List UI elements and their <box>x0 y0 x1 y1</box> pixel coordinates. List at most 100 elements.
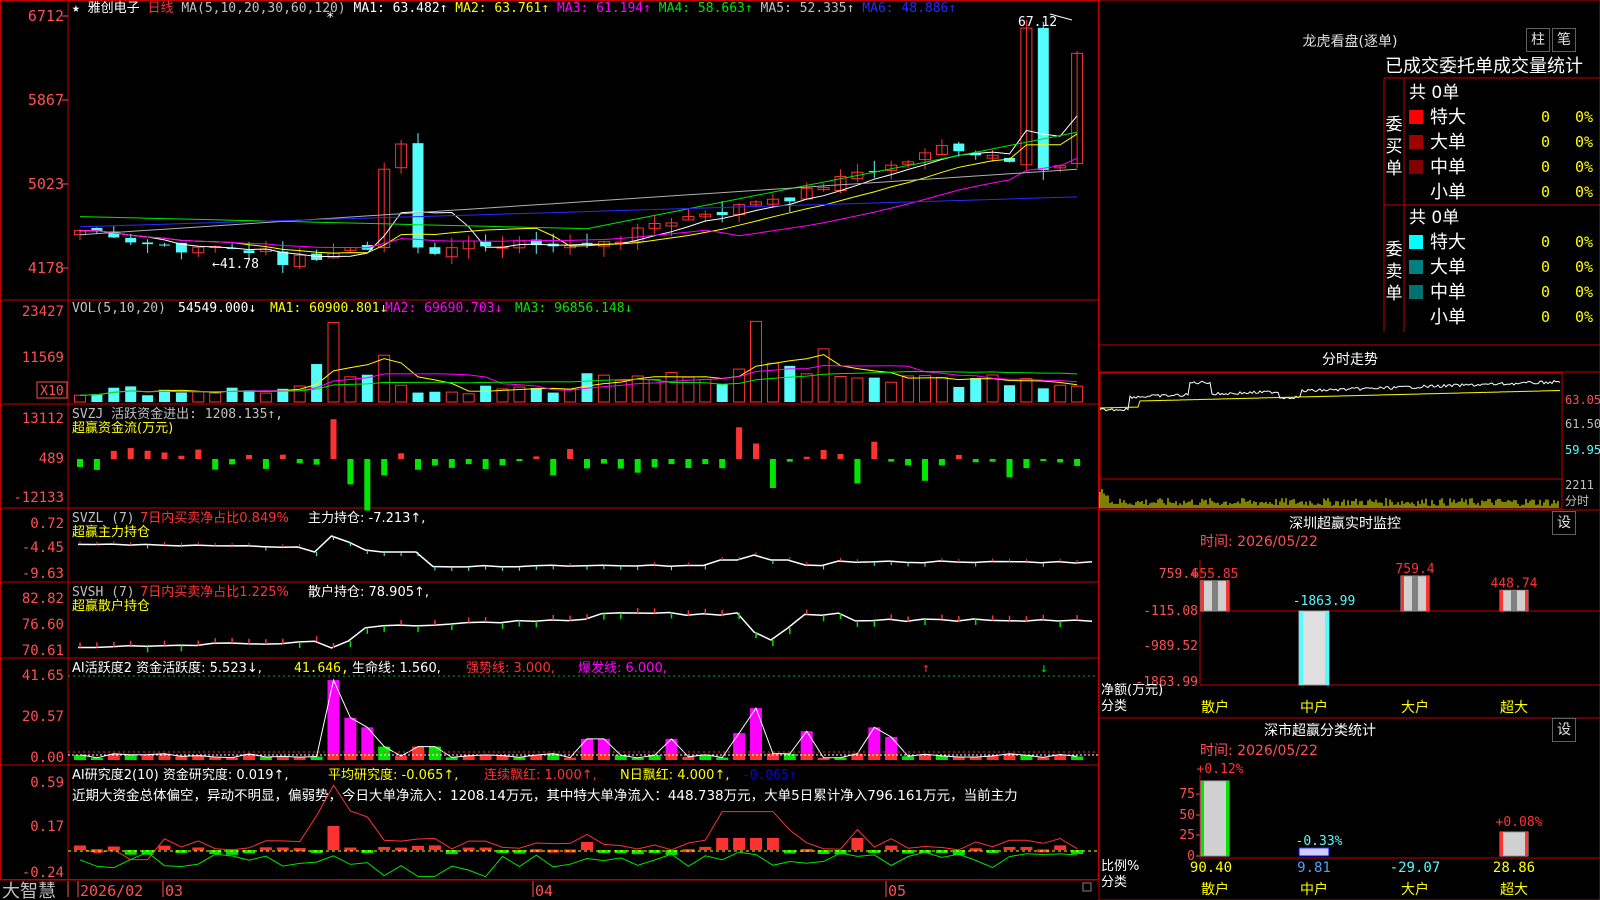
ai2-base <box>733 754 746 760</box>
vol-bar-up <box>750 320 762 403</box>
vol-bar-up <box>395 384 408 403</box>
low-price-note: ←41.78 <box>212 257 259 272</box>
sz-monitor-value-label: 448.74 <box>1491 576 1538 591</box>
sz-monitor-bar-edge <box>1325 611 1329 685</box>
fenshi-price-line <box>1099 379 1561 412</box>
sz-class-bar-blue <box>1298 847 1330 857</box>
svzj-bar-up <box>837 453 844 459</box>
high-price-note: 67.12 <box>1018 15 1057 30</box>
lhb-sell-row-value: 0 <box>1541 233 1550 251</box>
bar-mode-button[interactable]: 柱 <box>1526 28 1550 52</box>
vol-bar-up <box>800 373 813 403</box>
tick-mode-button[interactable]: 笔 <box>1552 28 1576 52</box>
xaxis-label: 04 <box>535 882 553 900</box>
ai2-base <box>868 754 881 760</box>
ai-res-bar-up <box>766 838 779 850</box>
ai2-base <box>665 754 678 760</box>
svzj-bar-up <box>803 456 810 459</box>
ai-res-bar-up <box>750 838 762 850</box>
ma2-line <box>79 133 1078 254</box>
svzj-bar-down <box>769 459 776 488</box>
vol-bar-down <box>429 391 441 402</box>
lhb-buy-row-percent: 0% <box>1575 108 1593 126</box>
lhb-buy-row-percent: 0% <box>1575 133 1593 151</box>
ai-res-axis-label: -0.24 <box>22 865 64 881</box>
svzj-header: SVZJ 活跃资金进出: 1208.135↑, <box>72 406 283 422</box>
svzj-bar-down <box>516 459 523 462</box>
period-label[interactable]: 日线 <box>148 1 174 16</box>
svzj-bar-up <box>178 455 185 459</box>
svzl-axis-label: -9.63 <box>22 566 64 582</box>
ai2-base <box>344 754 357 760</box>
vol-bar-up <box>597 374 610 403</box>
svzj-bar-down <box>262 459 269 469</box>
svzl-axis-label: 0.72 <box>30 516 64 532</box>
svzj-bar-up <box>820 449 827 459</box>
lhb-sell-row-percent: 0% <box>1575 283 1593 301</box>
ai-res-bar-up <box>192 847 205 851</box>
ai2-base <box>581 754 593 760</box>
sz-monitor-bar <box>1298 610 1330 686</box>
price-axis-label: 5867 <box>28 91 64 109</box>
sz-monitor-value-label: 655.85 <box>1192 567 1239 582</box>
lhb-sell-legend-swatch <box>1409 310 1423 324</box>
lhb-sell-legend-swatch <box>1409 285 1423 299</box>
ma3-value: MA3: 61.194↑ <box>549 1 651 16</box>
lhb-buy-side-char: 委 <box>1386 115 1403 135</box>
ai2-bar <box>344 717 357 760</box>
candle-down <box>142 242 154 245</box>
main-chart-area[interactable]: 671258675023417867.12←41.78*2342711569X1… <box>0 0 1600 900</box>
sz-class-axis-label: 50 <box>1179 808 1195 823</box>
ai-res-bar-up <box>699 846 712 850</box>
candle-down <box>277 251 289 265</box>
sz-monitor-value-label: 759.4 <box>1395 562 1434 577</box>
sz-class-value-label: 9.81 <box>1297 860 1331 876</box>
sz-class-bar-edge <box>1201 780 1204 856</box>
ai2-up-marker: ↑ <box>922 661 930 676</box>
ai2-bar <box>124 754 137 760</box>
fenshi-axis-label: 63.05 <box>1565 393 1600 407</box>
svzl-header: SVZL (7) <box>72 511 135 526</box>
vol-bar-up <box>834 375 847 403</box>
lhb-buy-count: 共 0单 <box>1409 83 1459 103</box>
fenshi-axis-label: 分时 <box>1565 494 1589 508</box>
ai-res-nday: N日飘红: 4.000↑, <box>620 767 729 783</box>
favorite-star-icon[interactable]: ★ <box>72 1 80 16</box>
vol-ma3: MA3: 96856.148↓ <box>515 301 632 316</box>
vol-bar-up <box>462 393 475 403</box>
fenshi-axis-label: 2211 <box>1565 478 1594 492</box>
vol-bar-down <box>175 392 187 402</box>
ai2-bar <box>428 746 441 760</box>
svzj-bar-up <box>753 443 759 459</box>
candle-down <box>953 143 965 152</box>
vol-bar-down <box>412 392 424 402</box>
sz-monitor-bar-edge <box>1201 580 1204 611</box>
ai2-bar <box>175 756 188 760</box>
xaxis-label: 2026/02 <box>80 882 143 900</box>
ai-res-bar-up <box>1020 846 1033 850</box>
sz-monitor-settings-button[interactable]: 设 <box>1552 511 1576 535</box>
ai2-bar <box>682 756 695 760</box>
svzl-axis-label: -4.45 <box>22 540 64 556</box>
sz-class-bar <box>1499 831 1529 857</box>
vol-bar-down <box>970 378 982 402</box>
vol-bar-down <box>125 386 137 402</box>
lhb-sell-side-char: 委 <box>1386 240 1403 260</box>
sz-monitor-category: 中户 <box>1300 699 1328 716</box>
lhb-buy-row-label: 特大 <box>1430 107 1466 128</box>
vol-bar-down <box>311 364 323 402</box>
lhb-buy-row-label: 小单 <box>1430 182 1466 203</box>
vol-bar-down <box>1004 385 1015 402</box>
ai2-bar <box>141 754 154 760</box>
lhb-buy-legend-swatch <box>1409 185 1423 199</box>
ai-res-bar-up <box>158 845 171 850</box>
svzj-bar-down <box>347 459 354 485</box>
lhb-buy-legend-swatch <box>1409 135 1423 149</box>
svsh-position: 散户持仓: 78.905↑, <box>308 584 429 600</box>
sz-monitor-bar-core <box>1511 590 1517 611</box>
svzj-axis-label: -12133 <box>13 490 64 506</box>
sz-class-settings-button[interactable]: 设 <box>1552 718 1576 742</box>
lhb-subtitle: 已成交委托单成交量统计 <box>1385 56 1583 77</box>
svzj-bar-down <box>584 459 590 469</box>
svzj-bar-up <box>955 454 962 459</box>
